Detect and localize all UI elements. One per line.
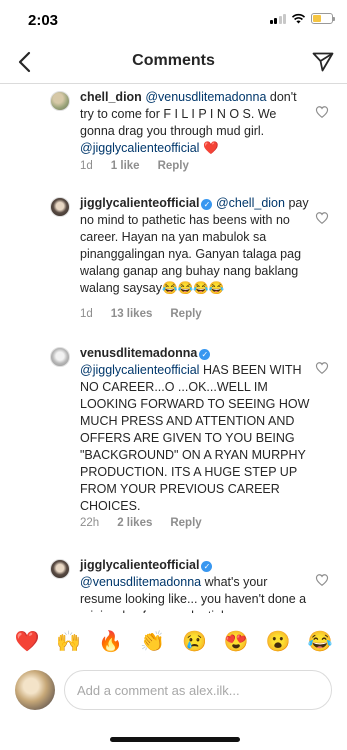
comment-composer [0, 668, 347, 716]
comment-text: HAS BEEN WITH NO CAREER...O ...OK...WELL… [80, 363, 310, 513]
comment-mention[interactable]: @jigglycalienteofficial [80, 363, 199, 377]
avatar[interactable] [50, 197, 70, 217]
verified-badge-icon: ✓ [199, 349, 211, 360]
reply-button[interactable]: Reply [170, 517, 201, 529]
comment-mention[interactable]: @venusdlitemadonna [145, 90, 266, 104]
avatar[interactable] [50, 91, 70, 111]
heart-outline-icon[interactable] [315, 573, 329, 587]
fire-emoji-button[interactable]: 🔥 [96, 627, 126, 657]
comment-body: jigglycalienteofficial ✓ @venusdlitemadon… [80, 557, 312, 613]
comment-username[interactable]: jigglycalienteofficial [80, 558, 199, 572]
heart-emoji: ❤️ [202, 141, 219, 155]
reply-button[interactable]: Reply [158, 160, 189, 172]
verified-badge-icon: ✓ [201, 199, 213, 210]
clapping-emoji-button[interactable]: 👏 [138, 627, 168, 657]
comment-username[interactable]: jigglycalienteofficial [80, 196, 199, 210]
comment-time: 22h [80, 517, 100, 529]
page-title: Comments [132, 52, 215, 69]
emoji-reaction-bar: ❤️ 🙌 🔥 👏 😢 😍 😮 😂 [0, 627, 347, 657]
comment-time: 1d [80, 160, 93, 172]
comment-text: pay no mind to pathetic has beens with n… [80, 196, 309, 295]
paper-plane-icon [312, 52, 334, 72]
comment-likes[interactable]: 2 likes [117, 517, 152, 529]
send-button[interactable] [307, 46, 339, 78]
header: Comments [0, 40, 347, 84]
comment-time: 1d [80, 308, 93, 320]
surprised-emoji-button[interactable]: 😮 [263, 627, 293, 657]
comment-input[interactable] [64, 670, 332, 710]
comment-list: chell_dion @venusdlitemadonna don't try … [0, 85, 347, 613]
status-time: 2:03 [28, 12, 59, 29]
heart-eyes-emoji-button[interactable]: 😍 [221, 627, 251, 657]
avatar[interactable] [50, 559, 70, 579]
heart-outline-icon[interactable] [315, 361, 329, 375]
comment-body: venusdlitemadonna ✓ @jigglycalienteoffici… [80, 345, 312, 515]
laughing-emoji-button[interactable]: 😂 [305, 627, 335, 657]
raised-hands-emoji-button[interactable]: 🙌 [54, 627, 84, 657]
reply-button[interactable]: Reply [170, 308, 201, 320]
battery-fill [313, 15, 322, 22]
heart-outline-icon[interactable] [315, 105, 329, 119]
comment-mention[interactable]: @venusdlitemadonna [80, 575, 201, 589]
comment-meta: 22h 2 likes Reply [80, 517, 202, 529]
wifi-icon [291, 13, 306, 24]
battery-icon [311, 13, 335, 24]
heart-emoji-button[interactable]: ❤️ [12, 627, 42, 657]
heart-outline-icon[interactable] [315, 211, 329, 225]
comment-meta: 1d 13 likes Reply [80, 308, 202, 320]
status-icons [269, 13, 335, 24]
comment-body: jigglycalienteofficial ✓ @chell_dion pay … [80, 195, 312, 297]
crying-emoji-button[interactable]: 😢 [179, 627, 209, 657]
comment-username[interactable]: chell_dion [80, 90, 142, 104]
status-bar: 2:03 [0, 0, 347, 40]
cellular-signal-icon [269, 13, 286, 24]
comment-likes[interactable]: 1 like [111, 160, 140, 172]
comment-mention[interactable]: @jigglycalienteofficial [80, 141, 199, 155]
home-indicator[interactable] [110, 737, 240, 742]
comment-username[interactable]: venusdlitemadonna [80, 346, 197, 360]
verified-badge-icon: ✓ [201, 561, 213, 572]
avatar[interactable] [50, 347, 70, 367]
user-avatar [15, 670, 55, 710]
comment-likes[interactable]: 13 likes [111, 308, 153, 320]
comment-mention[interactable]: @chell_dion [216, 196, 285, 210]
comment-body: chell_dion @venusdlitemadonna don't try … [80, 89, 312, 157]
comment-meta: 1d 1 like Reply [80, 160, 189, 172]
